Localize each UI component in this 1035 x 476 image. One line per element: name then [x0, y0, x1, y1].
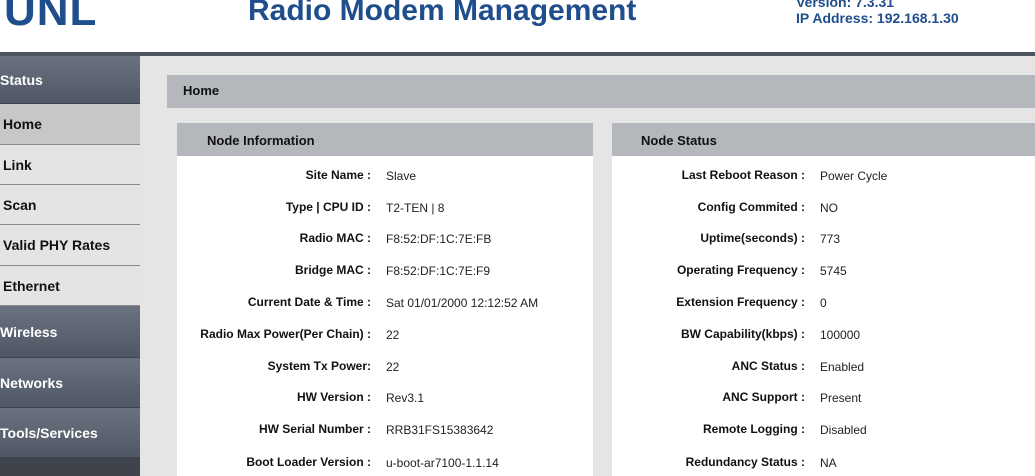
status-row: Uptime(seconds) : 773 — [612, 231, 1035, 251]
field-value: F8:52:DF:1C:7E:FB — [386, 232, 492, 246]
sidebar-item-home[interactable]: Home — [0, 104, 140, 145]
info-row: HW Version : Rev3.1 — [177, 390, 593, 410]
info-row: Type | CPU ID : T2-TEN | 8 — [177, 200, 593, 220]
sidebar-item-scan[interactable]: Scan — [0, 185, 140, 225]
sidebar-item-tools-services[interactable]: Tools/Services — [0, 408, 140, 458]
field-label: HW Serial Number : — [258, 422, 371, 436]
field-value: 22 — [386, 328, 400, 342]
field-label: Boot Loader Version : — [246, 455, 371, 469]
status-row: Extension Frequency : 0 — [612, 295, 1035, 315]
status-row: Config Commited : NO — [612, 200, 1035, 220]
info-row: Bridge MAC : F8:52:DF:1C:7E:F9 — [177, 263, 593, 283]
page-title: Home — [183, 83, 220, 98]
field-value: Sat 01/01/2000 12:12:52 AM — [386, 296, 539, 310]
status-row: ANC Support : Present — [612, 390, 1035, 410]
page-title-bar: Home — [167, 75, 1035, 108]
info-row: HW Serial Number : RRB31FS15383642 — [177, 422, 593, 442]
field-label: Type | CPU ID : — [285, 200, 371, 214]
field-label: Current Date & Time : — [247, 295, 371, 309]
field-label: Config Commited : — [697, 200, 805, 214]
field-value: 0 — [820, 296, 827, 310]
field-value: F8:52:DF:1C:7E:F9 — [386, 264, 491, 278]
field-label: ANC Status : — [731, 359, 805, 373]
status-row: Redundancy Status : NA — [612, 455, 1035, 475]
sidebar-item-ethernet[interactable]: Ethernet — [0, 266, 140, 306]
app-title: Radio Modem Management — [248, 0, 637, 27]
field-label: Site Name : — [305, 168, 371, 182]
status-row: Operating Frequency : 5745 — [612, 263, 1035, 283]
status-row: Last Reboot Reason : Power Cycle — [612, 168, 1035, 188]
sidebar-item-link[interactable]: Link — [0, 145, 140, 185]
field-value: 22 — [386, 360, 400, 374]
sidebar-item-wireless[interactable]: Wireless — [0, 306, 140, 358]
field-label: Radio MAC : — [299, 231, 371, 245]
field-value: 5745 — [820, 264, 847, 278]
panel-title: Node Information — [207, 133, 315, 148]
field-label: ANC Support : — [722, 390, 805, 404]
info-row: Radio Max Power(Per Chain) : 22 — [177, 327, 593, 347]
field-value: Disabled — [820, 423, 867, 437]
field-label: BW Capability(kbps) : — [680, 327, 805, 341]
field-label: Uptime(seconds) : — [700, 231, 805, 245]
field-label: Bridge MAC : — [295, 263, 371, 277]
field-value: u-boot-ar7100-1.1.14 — [386, 456, 499, 470]
panel-header: Node Status — [612, 123, 1035, 156]
panel-header: Node Information — [177, 123, 593, 156]
header: UNL Radio Modem Management Version: 7.3.… — [0, 0, 1035, 56]
field-value: NO — [820, 201, 838, 215]
info-row: Radio MAC : F8:52:DF:1C:7E:FB — [177, 231, 593, 251]
field-label: Radio Max Power(Per Chain) : — [200, 327, 371, 341]
field-label: Remote Logging : — [703, 422, 805, 436]
info-row: Site Name : Slave — [177, 168, 593, 188]
field-value: Power Cycle — [820, 169, 888, 183]
node-status-panel: Node Status Last Reboot Reason : Power Cy… — [612, 123, 1035, 476]
field-label: Redundancy Status : — [685, 455, 805, 469]
info-row: Boot Loader Version : u-boot-ar7100-1.1.1… — [177, 455, 593, 475]
field-value: Rev3.1 — [386, 391, 425, 405]
field-label: Operating Frequency : — [676, 263, 805, 277]
version-info: Version: 7.3.31 IP Address: 192.168.1.30 — [796, 0, 959, 26]
field-value: Slave — [386, 169, 417, 183]
node-information-panel: Node Information Site Name : Slave Type |… — [177, 123, 593, 476]
sidebar-item-networks[interactable]: Networks — [0, 358, 140, 408]
main-content: Home Node Information Site Name : Slave T… — [140, 56, 1035, 476]
info-row: System Tx Power: 22 — [177, 359, 593, 379]
field-label: HW Version : — [296, 390, 371, 404]
sidebar-item-status[interactable]: Status — [0, 56, 140, 104]
field-value: T2-TEN | 8 — [386, 201, 445, 215]
status-row: BW Capability(kbps) : 100000 — [612, 327, 1035, 347]
sidebar-footer — [0, 458, 140, 476]
field-value: NA — [820, 456, 837, 470]
info-row: Current Date & Time : Sat 01/01/2000 12:1… — [177, 295, 593, 315]
field-value: 773 — [820, 232, 841, 246]
sidebar: Status Home Link Scan Valid PHY Rates Et… — [0, 56, 140, 476]
panel-title: Node Status — [641, 133, 717, 148]
field-value: 100000 — [820, 328, 861, 342]
status-row: ANC Status : Enabled — [612, 359, 1035, 379]
version-text: Version: 7.3.31 — [796, 0, 895, 10]
field-value: Present — [820, 391, 862, 405]
field-label: Extension Frequency : — [676, 295, 805, 309]
field-label: System Tx Power: — [267, 359, 371, 373]
field-value: Enabled — [820, 360, 865, 374]
field-value: RRB31FS15383642 — [386, 423, 494, 437]
ip-address-text: IP Address: 192.168.1.30 — [796, 10, 959, 26]
sidebar-item-valid-phy-rates[interactable]: Valid PHY Rates — [0, 225, 140, 266]
status-row: Remote Logging : Disabled — [612, 422, 1035, 442]
brand-logo: UNL — [4, 0, 98, 35]
field-label: Last Reboot Reason : — [681, 168, 805, 182]
